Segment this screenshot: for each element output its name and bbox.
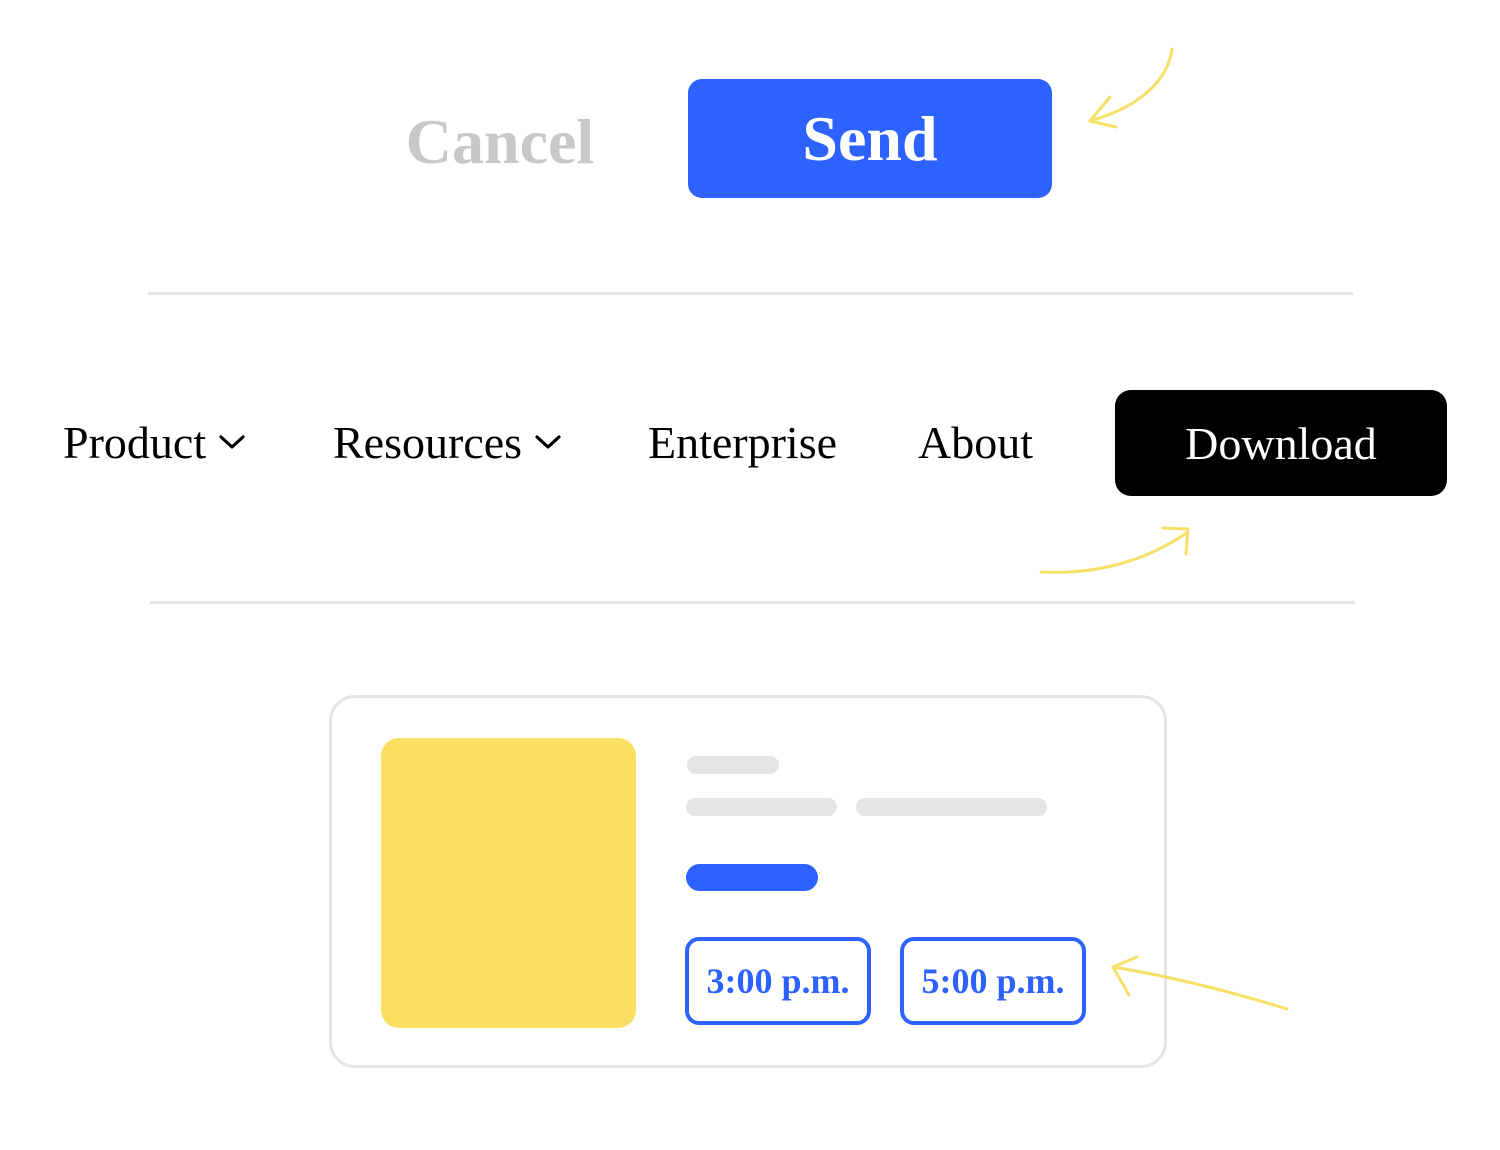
chevron-down-icon xyxy=(535,435,561,449)
chevron-down-icon xyxy=(219,435,245,449)
nav-item-resources[interactable]: Resources xyxy=(333,412,562,472)
section-divider xyxy=(150,601,1355,604)
time-slot-button[interactable]: 5:00 p.m. xyxy=(900,937,1086,1025)
annotation-arrow-icon xyxy=(1039,526,1190,574)
skeleton-text-line xyxy=(856,798,1047,816)
nav-item-label: About xyxy=(918,416,1033,468)
time-slot-button[interactable]: 3:00 p.m. xyxy=(685,937,871,1025)
nav-item-product[interactable]: Product xyxy=(63,412,246,472)
nav-item-about[interactable]: About xyxy=(918,412,1033,472)
cancel-button[interactable]: Cancel xyxy=(400,92,600,192)
nav-item-label: Enterprise xyxy=(648,416,838,468)
download-button[interactable]: Download xyxy=(1115,390,1447,496)
annotation-arrow-icon xyxy=(1111,955,1289,1011)
card-image-placeholder xyxy=(381,738,636,1028)
section-divider xyxy=(148,292,1353,295)
skeleton-text-line xyxy=(686,798,837,816)
skeleton-accent-pill xyxy=(686,864,818,891)
skeleton-title-line xyxy=(687,756,779,774)
nav-item-label: Resources xyxy=(333,416,523,468)
annotation-arrow-icon xyxy=(1088,47,1174,129)
nav-item-label: Product xyxy=(63,416,207,468)
nav-item-enterprise[interactable]: Enterprise xyxy=(648,412,837,472)
send-button[interactable]: Send xyxy=(688,79,1052,198)
